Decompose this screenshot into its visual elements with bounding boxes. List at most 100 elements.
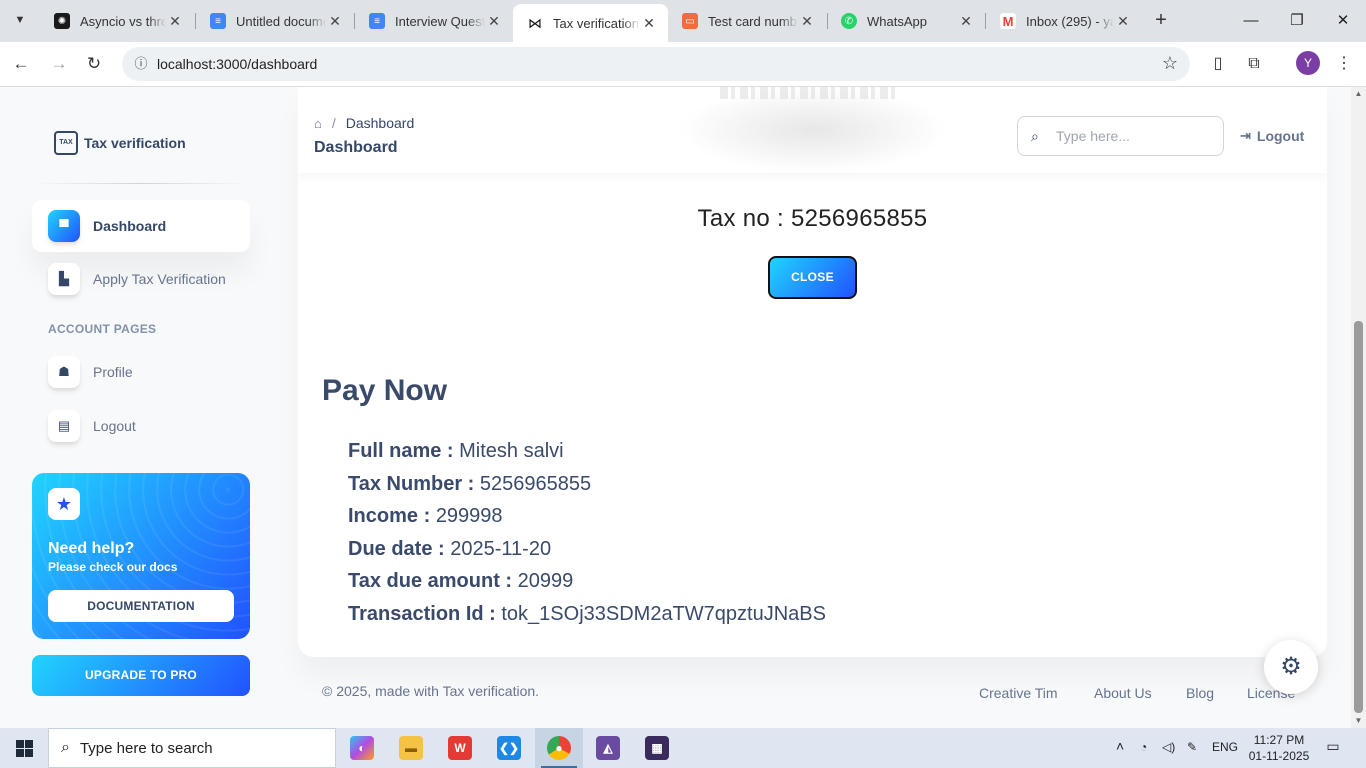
footer-link-about-us[interactable]: About Us — [1094, 685, 1152, 701]
header-logout-link[interactable]: ⇥ Logout — [1240, 128, 1304, 144]
tax-logo-icon: TAX — [54, 131, 78, 155]
breadcrumb-separator: / — [331, 115, 336, 131]
wps-office-icon: W — [448, 736, 472, 760]
taskbar-vscode[interactable]: ❮❯ — [485, 728, 533, 768]
taskbar-search-box[interactable]: ⌕ Type here to search — [48, 728, 336, 768]
taskbar-chrome[interactable]: ● — [535, 728, 583, 768]
upgrade-to-pro-button[interactable]: UPGRADE TO PRO — [32, 655, 250, 696]
close-button[interactable]: CLOSE — [768, 256, 857, 299]
footer-link-blog[interactable]: Blog — [1186, 685, 1214, 701]
office-icon: ▙ — [48, 263, 80, 295]
detail-full-name: Full name : Mitesh salvi — [348, 440, 564, 462]
header-logout-label: Logout — [1256, 128, 1305, 144]
tab-untitled-document[interactable]: ≡ Untitled docume ✕ — [196, 0, 354, 42]
taskbar-app[interactable]: ▦ — [633, 728, 681, 768]
taskbar-wps-office[interactable]: W — [436, 728, 484, 768]
new-tab-plus-icon[interactable]: + — [1150, 9, 1172, 31]
sidebar-item-apply-tax-verification[interactable]: ▙ Apply Tax Verification — [32, 253, 250, 305]
help-subtitle: Please check our docs — [48, 560, 178, 574]
taskbar-file-explorer[interactable]: ▬ — [387, 728, 435, 768]
tab-search-dropdown-icon[interactable]: ▼ — [8, 8, 32, 32]
detail-transaction-id: Transaction Id : tok_1SOj33SDM2aTW7qpztu… — [348, 602, 826, 625]
scroll-up-arrow-icon[interactable]: ▲ — [1351, 87, 1366, 101]
sidebar-item-dashboard[interactable]: ▀ Dashboard — [32, 200, 250, 252]
pen-input-icon[interactable]: ✎ — [1187, 740, 1197, 754]
settings-gear-icon[interactable]: ⚙ — [1264, 640, 1318, 694]
url-text[interactable]: localhost:3000/dashboard — [157, 56, 317, 72]
taskbar-search-placeholder: Type here to search — [79, 739, 213, 757]
close-tab-icon[interactable]: ✕ — [485, 13, 503, 30]
page-title: Dashboard — [314, 139, 398, 156]
close-tab-icon[interactable]: ✕ — [957, 13, 975, 30]
tab-interview-questions[interactable]: ≡ Interview Questi ✕ — [355, 0, 513, 42]
tab-search-sidepanel-icon[interactable]: ▯ — [1206, 52, 1230, 76]
close-tab-icon[interactable]: ✕ — [640, 15, 658, 32]
sidebar-item-profile[interactable]: ☗ Profile — [32, 346, 250, 398]
app-icon: ▦ — [645, 736, 669, 760]
whatsapp-icon: ✆ — [841, 13, 857, 29]
site-info-icon[interactable]: ⓘ — [132, 55, 150, 73]
search-input[interactable] — [1056, 125, 1216, 147]
user-icon: ☗ — [48, 356, 80, 388]
tax-number-heading: Tax no : 5256965855 — [697, 205, 928, 232]
payment-details: Full name : Mitesh salvi Tax Number : 52… — [348, 440, 826, 635]
search-field[interactable]: ⌕ — [1017, 116, 1224, 156]
main-card: ⌂ / Dashboard Dashboard ⌕ ⇥ Logout Tax n… — [298, 87, 1327, 657]
windows-logo-icon — [15, 739, 33, 757]
extensions-puzzle-icon[interactable]: ⧉ — [1242, 52, 1266, 76]
footer-link-creative-tim[interactable]: Creative Tim — [979, 685, 1058, 701]
sidebar-brand[interactable]: TAX Tax verification — [54, 131, 186, 155]
clock-date: 01-11-2025 — [1248, 749, 1310, 763]
profile-avatar[interactable]: Y — [1296, 51, 1320, 75]
sidebar-item-logout[interactable]: ▤ Logout — [32, 400, 250, 452]
openai-icon: ✺ — [54, 13, 70, 29]
taskbar-clock[interactable]: 11:27 PM 01-11-2025 — [1246, 732, 1312, 764]
show-hidden-icons-chevron-icon[interactable]: ˄ — [1116, 738, 1124, 754]
address-bar[interactable]: ⓘ localhost:3000/dashboard ☆ — [122, 47, 1190, 81]
page-viewport: TAX Tax verification ▀ Dashboard ▙ Apply… — [0, 87, 1366, 728]
reload-icon[interactable]: ↻ — [81, 51, 107, 77]
close-tab-icon[interactable]: ✕ — [166, 13, 184, 30]
back-arrow-icon[interactable]: ← — [8, 51, 34, 77]
tab-test-card-numbers[interactable]: ▭ Test card numbe ✕ — [668, 0, 826, 42]
restore-icon[interactable]: ❐ — [1284, 8, 1310, 34]
close-tab-icon[interactable]: ✕ — [326, 13, 344, 30]
navbar-blur — [678, 87, 948, 173]
bookmark-star-icon[interactable]: ☆ — [1162, 53, 1178, 74]
gmail-icon: M — [1000, 13, 1016, 29]
documentation-button[interactable]: DOCUMENTATION — [48, 590, 234, 622]
scroll-down-arrow-icon[interactable]: ▼ — [1351, 714, 1366, 728]
close-tab-icon[interactable]: ✕ — [1114, 13, 1132, 30]
sidebar-divider — [32, 183, 250, 184]
page-scrollbar[interactable]: ▲ ▼ — [1351, 87, 1366, 728]
tab-asyncio[interactable]: ✺ Asyncio vs threa ✕ — [40, 0, 194, 42]
wifi-icon[interactable]: ◔ — [1140, 740, 1147, 754]
menu-kebab-icon[interactable]: ⋮ — [1332, 52, 1356, 76]
detail-income: Income : 299998 — [348, 505, 503, 527]
chrome-icon: ● — [547, 736, 571, 760]
language-indicator[interactable]: ENG — [1212, 740, 1238, 754]
taskbar-copilot[interactable]: ◐ — [338, 728, 386, 768]
notifications-icon[interactable]: ▭ — [1322, 738, 1344, 758]
window-close-icon[interactable]: ✕ — [1330, 8, 1356, 34]
vscode-icon: ❮❯ — [497, 736, 521, 760]
scrollbar-thumb[interactable] — [1354, 321, 1363, 713]
close-tab-icon[interactable]: ✕ — [798, 13, 816, 30]
windows-taskbar: ⌕ Type here to search ◐ ▬ W ❮❯ ● ◭ ▦ ˄ ◔… — [0, 728, 1366, 768]
docs-icon: ≡ — [369, 13, 385, 29]
breadcrumb-current: Dashboard — [345, 115, 415, 131]
start-button[interactable] — [0, 728, 48, 768]
tab-whatsapp[interactable]: ✆ WhatsApp ✕ — [827, 0, 985, 42]
file-explorer-icon: ▬ — [399, 736, 423, 760]
brand-name: Tax verification — [84, 135, 186, 151]
docs-icon: ≡ — [210, 13, 226, 29]
tab-gmail-inbox[interactable]: M Inbox (295) - yas ✕ — [986, 0, 1142, 42]
taskbar-dbeaver[interactable]: ◭ — [584, 728, 632, 768]
account-pages-heading: ACCOUNT PAGES — [48, 322, 157, 336]
footer-copyright: © 2025, made with Tax verification. — [322, 683, 540, 699]
minimize-icon[interactable]: — — [1238, 8, 1264, 34]
forward-arrow-icon[interactable]: → — [46, 51, 72, 77]
volume-icon[interactable]: ◁) — [1162, 740, 1175, 754]
tab-tax-verification[interactable]: ⋈ Tax verification ✕ — [513, 4, 668, 42]
home-icon[interactable]: ⌂ — [314, 116, 322, 131]
